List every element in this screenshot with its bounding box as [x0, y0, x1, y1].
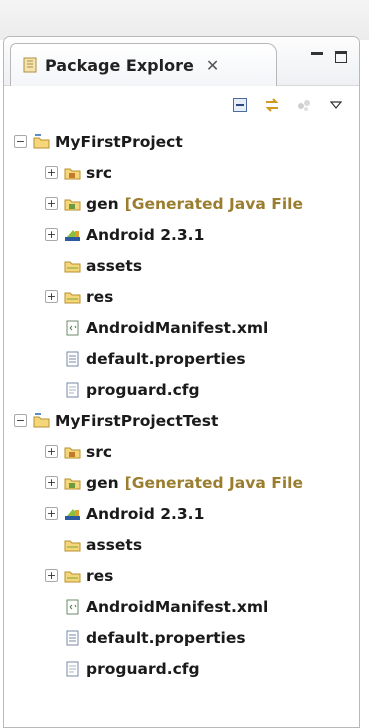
- minimize-icon[interactable]: [311, 51, 323, 61]
- folder-icon: [64, 289, 82, 305]
- tree-item-label: res: [86, 566, 114, 585]
- text-file-icon: [64, 630, 82, 646]
- collapse-toggle-icon[interactable]: −: [14, 135, 27, 148]
- tree-item-label: default.properties: [86, 349, 246, 368]
- file-icon: [64, 382, 82, 398]
- tree-item[interactable]: assets: [4, 250, 359, 281]
- tree-item-label: Android 2.3.1: [86, 225, 205, 244]
- tree-item[interactable]: + Android 2.3.1: [4, 219, 359, 250]
- tree-item[interactable]: proguard.cfg: [4, 374, 359, 405]
- collapse-toggle-icon[interactable]: −: [14, 414, 27, 427]
- tree-item[interactable]: default.properties: [4, 343, 359, 374]
- tree-item[interactable]: AndroidManifest.xml: [4, 312, 359, 343]
- tree-item-label: assets: [86, 256, 143, 275]
- tree-item-label: AndroidManifest.xml: [86, 318, 269, 337]
- expand-toggle-icon[interactable]: +: [45, 290, 58, 303]
- gen-folder-icon: [64, 475, 82, 491]
- view-header: Package Explore ✕: [4, 37, 359, 86]
- view-menu-icon[interactable]: [327, 96, 345, 114]
- expand-toggle-icon[interactable]: +: [45, 476, 58, 489]
- expand-toggle-icon[interactable]: +: [45, 228, 58, 241]
- tree-item-label: proguard.cfg: [86, 380, 200, 399]
- tree-item-decoration: [Generated Java File: [124, 473, 303, 492]
- tree-project[interactable]: − MyFirstProject: [4, 126, 359, 157]
- folder-icon: [64, 568, 82, 584]
- source-folder-icon: [64, 165, 82, 181]
- tree-project[interactable]: − MyFirstProjectTest: [4, 405, 359, 436]
- project-folder-icon: [33, 412, 51, 429]
- tree-item-label: src: [86, 442, 113, 461]
- tree-item-label: res: [86, 287, 114, 306]
- xml-file-icon: [64, 599, 82, 615]
- tree-item-label: AndroidManifest.xml: [86, 597, 269, 616]
- source-folder-icon: [64, 444, 82, 460]
- expand-toggle-icon[interactable]: +: [45, 569, 58, 582]
- tree-item[interactable]: + res: [4, 560, 359, 591]
- tree-item-label: gen: [86, 194, 119, 213]
- android-library-icon: [64, 227, 82, 243]
- tree-item-label: default.properties: [86, 628, 246, 647]
- tree-item[interactable]: + gen [Generated Java File: [4, 188, 359, 219]
- focus-icon[interactable]: [295, 96, 313, 114]
- gen-folder-icon: [64, 196, 82, 212]
- tree-item-label: src: [86, 163, 113, 182]
- project-name: MyFirstProjectTest: [55, 411, 219, 430]
- tree-item[interactable]: default.properties: [4, 622, 359, 653]
- package-explorer-icon: [23, 57, 37, 73]
- link-with-editor-icon[interactable]: [263, 96, 281, 114]
- text-file-icon: [64, 351, 82, 367]
- tree-item-label: gen: [86, 473, 119, 492]
- tree-item[interactable]: assets: [4, 529, 359, 560]
- tree-item[interactable]: + res: [4, 281, 359, 312]
- tab-package-explorer[interactable]: Package Explore ✕: [10, 43, 277, 86]
- collapse-all-icon[interactable]: [231, 96, 249, 114]
- tree-item[interactable]: + src: [4, 436, 359, 467]
- tree-item-decoration: [Generated Java File: [124, 194, 303, 213]
- android-library-icon: [64, 506, 82, 522]
- tree-item[interactable]: + gen [Generated Java File: [4, 467, 359, 498]
- tree-item[interactable]: + Android 2.3.1: [4, 498, 359, 529]
- expand-toggle-icon[interactable]: +: [45, 445, 58, 458]
- xml-file-icon: [64, 320, 82, 336]
- expand-toggle-icon[interactable]: +: [45, 166, 58, 179]
- package-explorer-view: Package Explore ✕ − MyFirstProject + src…: [3, 36, 360, 728]
- project-tree: − MyFirstProject + src + gen [Generated …: [4, 124, 359, 684]
- project-name: MyFirstProject: [55, 132, 183, 151]
- tab-title: Package Explore: [45, 55, 194, 75]
- file-icon: [64, 661, 82, 677]
- tree-item-label: Android 2.3.1: [86, 504, 205, 523]
- project-folder-icon: [33, 133, 51, 150]
- close-icon[interactable]: ✕: [206, 56, 219, 75]
- folder-icon: [64, 258, 82, 274]
- tree-item[interactable]: + src: [4, 157, 359, 188]
- tree-item[interactable]: proguard.cfg: [4, 653, 359, 684]
- tree-item[interactable]: AndroidManifest.xml: [4, 591, 359, 622]
- view-toolbar: [4, 86, 359, 124]
- tree-item-label: proguard.cfg: [86, 659, 200, 678]
- maximize-icon[interactable]: [335, 51, 347, 63]
- folder-icon: [64, 537, 82, 553]
- workbench-top-strip: [0, 0, 369, 40]
- expand-toggle-icon[interactable]: +: [45, 197, 58, 210]
- expand-toggle-icon[interactable]: +: [45, 507, 58, 520]
- tree-item-label: assets: [86, 535, 143, 554]
